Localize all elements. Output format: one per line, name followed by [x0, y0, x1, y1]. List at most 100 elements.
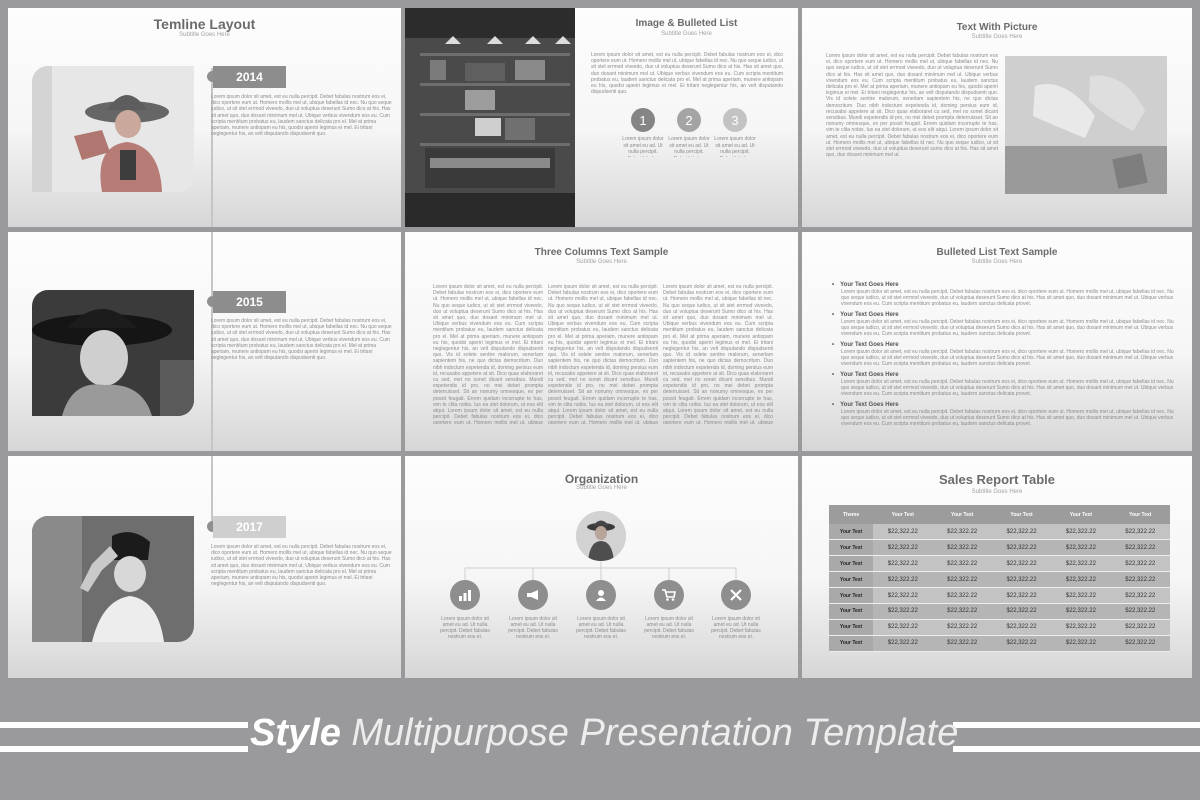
bullet-item: Your Text Goes Here Lorem ipsum dolor si… [832, 312, 1174, 337]
sales-cell: $22,322.22 [932, 524, 992, 541]
sales-cell: $22,322.22 [1051, 555, 1111, 573]
timeline-paragraph: Lorem ipsum dolor sit amet, est eu nulla… [211, 318, 392, 362]
bullet-item: Your Text Goes Here Lorem ipsum dolor si… [832, 342, 1174, 367]
year-badge-2014: 2014 [213, 66, 286, 88]
sales-cell: $22,322.22 [873, 603, 933, 620]
sales-cell: $22,322.22 [932, 619, 992, 636]
sales-header-cell: Your Text [873, 505, 933, 524]
sales-cell: $22,322.22 [1110, 603, 1170, 620]
sales-cell: $22,322.22 [873, 555, 933, 573]
slide-subtitle: Subtitle Goes Here [661, 31, 712, 37]
sales-cell: $22,322.22 [991, 635, 1052, 652]
bullet-title: Your Text Goes Here [832, 282, 1174, 288]
slide-title: Text With Picture [956, 22, 1038, 33]
sales-row: Your Text $22,322.22 $22,322.22 $22,322.22 $… [829, 635, 1170, 652]
sales-row-label: Your Text [829, 571, 874, 589]
slide-title: Temline Layout [153, 16, 256, 32]
slide-three-columns[interactable]: Three Columns Text Sample Subtitle Goes … [405, 232, 798, 451]
banner-rest: Multipurpose Presentation Template [351, 712, 959, 754]
photo-woman-hat-bw [32, 290, 194, 416]
bullet-title: Your Text Goes Here [832, 312, 1174, 318]
sales-cell: $22,322.22 [1051, 619, 1111, 636]
bullet-body: Lorem ipsum dolor sit amet, est eu nulla… [841, 319, 1174, 337]
slide-subtitle: Subtitle Goes Here [179, 32, 230, 38]
sales-row-label: Your Text [829, 619, 874, 636]
bullet-body: Lorem ipsum dolor sit amet, est eu nulla… [841, 349, 1174, 367]
org-text-4: Lorem ipsum dolor sit amet eu ad. Ut nul… [644, 616, 694, 640]
banner-title: Style Multipurpose Presentation Template [250, 712, 958, 755]
bullet-body: Lorem ipsum dolor sit amet, est eu nulla… [841, 409, 1174, 427]
sales-cell: $22,322.22 [1110, 571, 1170, 589]
sales-cell: $22,322.22 [932, 555, 992, 573]
sales-cell: $22,322.22 [1051, 539, 1111, 557]
photo-woman-pink [32, 66, 194, 192]
slide-title: Three Columns Text Sample [534, 247, 669, 258]
org-text-2: Lorem ipsum dolor sit amet eu ad. Ut nul… [508, 616, 558, 640]
sales-cell: $22,322.22 [932, 587, 992, 604]
sales-row: Your Text $22,322.22 $22,322.22 $22,322.22 $… [829, 619, 1170, 636]
timeline-line [211, 68, 213, 227]
photo-woman-beanie [32, 516, 194, 642]
slide-timeline-2017[interactable]: 2017 Lorem ipsum dolor sit amet, est eu … [8, 456, 401, 678]
banner-line-right-top [953, 722, 1200, 728]
timeline-paragraph: Lorem ipsum dolor sit amet, est eu nulla… [211, 94, 392, 138]
sales-cell: $22,322.22 [1110, 555, 1170, 573]
slide-subtitle: Subtitle Goes Here [971, 34, 1023, 40]
slide-subtitle: Subtitle Goes Here [576, 259, 627, 265]
sales-cell: $22,322.22 [1051, 635, 1111, 652]
sales-row-label: Your Text [829, 603, 874, 620]
sales-header-row: Theme Your Text Your Text Your Text Your Tex… [829, 505, 1170, 524]
sales-header-cell: Your Text [991, 505, 1052, 524]
slide-subtitle: Subtitle Goes Here [971, 259, 1023, 265]
slide-timeline-2015[interactable]: 2015 Lorem ipsum dolor sit amet, est eu … [8, 232, 401, 451]
sales-header-cell: Your Text [932, 505, 992, 524]
sales-row: Your Text $22,322.22 $22,322.22 $22,322.22 $… [829, 587, 1170, 604]
sales-row: Your Text $22,322.22 $22,322.22 $22,322.22 $… [829, 524, 1170, 541]
number-text-2: Lorem ipsum dolor sit amet eu ad. Ut nul… [668, 136, 710, 157]
org-connector-lines [464, 561, 737, 580]
column-2: Lorem ipsum dolor sit amet, est eu nulla… [548, 284, 658, 424]
sales-cell: $22,322.22 [1110, 587, 1170, 604]
bullet-item: Your Text Goes Here Lorem ipsum dolor si… [832, 372, 1174, 397]
slide-image-list[interactable]: Image & Bulleted List Subtitle Goes Here… [405, 8, 798, 227]
bullet-title: Your Text Goes Here [832, 342, 1174, 348]
sales-header-cell: Your Text [1051, 505, 1111, 524]
sales-table: Theme Your Text Your Text Your Text Your Tex… [829, 505, 1170, 652]
bullet-body: Lorem ipsum dolor sit amet, est eu nulla… [841, 379, 1174, 397]
sales-cell: $22,322.22 [873, 635, 933, 652]
banner-line-left-bottom [0, 746, 248, 752]
shoes-photo [1005, 56, 1167, 194]
sales-cell: $22,322.22 [991, 619, 1052, 636]
sales-cell: $22,322.22 [1110, 524, 1170, 541]
user-icon [586, 580, 616, 610]
sales-cell: $22,322.22 [932, 539, 992, 557]
sales-cell: $22,322.22 [932, 571, 992, 589]
sales-cell: $22,322.22 [873, 619, 933, 636]
column-1: Lorem ipsum dolor sit amet, est eu nulla… [433, 284, 543, 424]
sales-row-label: Your Text [829, 539, 874, 557]
sales-row: Your Text $22,322.22 $22,322.22 $22,322.22 $… [829, 539, 1170, 557]
tools-icon [721, 580, 751, 610]
slide-text-picture[interactable]: Text With Picture Subtitle Goes Here Lor… [802, 8, 1192, 227]
slide-timeline-2014[interactable]: Temline Layout Subtitle Goes Here 2014 L… [8, 8, 401, 227]
intro-paragraph: Lorem ipsum dolor sit amet, est eu nulla… [591, 52, 783, 96]
number-circle-1: 1 [631, 108, 655, 132]
bullet-body: Lorem ipsum dolor sit amet, est eu nulla… [841, 289, 1174, 307]
sales-cell: $22,322.22 [932, 635, 992, 652]
banner-line-right-bottom [953, 746, 1200, 752]
sales-cell: $22,322.22 [1051, 524, 1111, 541]
bullet-title: Your Text Goes Here [832, 402, 1174, 408]
sales-cell: $22,322.22 [991, 603, 1052, 620]
slide-organization[interactable]: Organization Subtitle Goes Here Lorem ip… [405, 456, 798, 678]
number-text-1: Lorem ipsum dolor sit amet eu ad. Ut nul… [622, 136, 664, 157]
picture-paragraph: Lorem ipsum dolor sit amet, est eu nulla… [826, 53, 998, 159]
sales-cell: $22,322.22 [1110, 619, 1170, 636]
sales-cell: $22,322.22 [873, 539, 933, 557]
sales-row-label: Your Text [829, 635, 874, 652]
sales-cell: $22,322.22 [1051, 571, 1111, 589]
number-circle-2: 2 [677, 108, 701, 132]
shop-photo [405, 8, 575, 227]
sales-cell: $22,322.22 [1110, 539, 1170, 557]
sales-cell: $22,322.22 [932, 603, 992, 620]
sales-row: Your Text $22,322.22 $22,322.22 $22,322.22 $… [829, 555, 1170, 573]
